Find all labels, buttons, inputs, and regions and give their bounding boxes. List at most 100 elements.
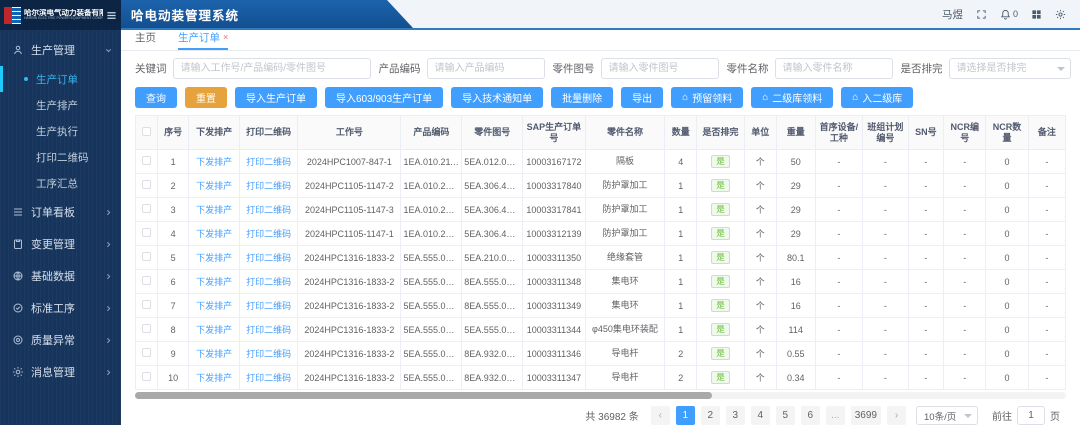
sidebar-item-质量异常[interactable]: 质量异常 [0,324,121,356]
seq-cell: 1 [157,150,188,174]
dispatch-link[interactable]: 下发排产 [189,198,240,222]
scheduled-tag: 是 [697,270,744,294]
row-checkbox[interactable] [136,198,158,222]
next-page-button[interactable]: › [887,406,906,425]
sap-order-no-cell: 10003311349 [523,294,586,318]
print-qrcode-link[interactable]: 打印二维码 [239,246,297,270]
row-checkbox[interactable] [136,342,158,366]
dispatch-link[interactable]: 下发排产 [189,318,240,342]
print-qrcode-link[interactable]: 打印二维码 [239,270,297,294]
table-row: 9下发排产打印二维码2024HPC1316-1833-25EA.555.0312… [136,342,1066,366]
scrollbar-thumb[interactable] [135,392,712,399]
print-qrcode-link[interactable]: 打印二维码 [239,342,297,366]
sidebar-item-基础数据[interactable]: 基础数据 [0,260,121,292]
重置-button[interactable]: 重置 [185,87,227,108]
导入603/903生产订单-button[interactable]: 导入603/903生产订单 [325,87,443,108]
unit-cell: 个 [744,174,776,198]
sn-cell: - [908,174,944,198]
dispatch-link[interactable]: 下发排产 [189,222,240,246]
collapse-menu-icon[interactable] [106,10,117,21]
sidebar-subitem-生产排产[interactable]: 生产排产 [0,92,121,118]
print-qrcode-link[interactable]: 打印二维码 [239,174,297,198]
scheduled-select[interactable] [949,58,1071,79]
select-all-checkbox[interactable] [136,116,158,150]
more-pages-button[interactable]: ... [826,406,845,425]
row-checkbox[interactable] [136,270,158,294]
keyword-input[interactable] [173,58,371,79]
row-checkbox[interactable] [136,318,158,342]
username[interactable]: 马煜 [942,7,963,22]
tab-close-icon[interactable]: × [223,33,228,42]
page-button-2[interactable]: 2 [701,406,720,425]
page-button-5[interactable]: 5 [776,406,795,425]
批量删除-button[interactable]: 批量删除 [551,87,613,108]
page-button-1[interactable]: 1 [676,406,695,425]
row-checkbox[interactable] [136,222,158,246]
dispatch-link[interactable]: 下发排产 [189,174,240,198]
sidebar-item-标准工序[interactable]: 标准工序 [0,292,121,324]
dispatch-link[interactable]: 下发排产 [189,270,240,294]
dispatch-link[interactable]: 下发排产 [189,150,240,174]
unit-cell: 个 [744,150,776,174]
print-qrcode-link[interactable]: 打印二维码 [239,222,297,246]
二级库领料-button[interactable]: ⌂二级库领料 [751,87,833,108]
sidebar-item-变更管理[interactable]: 变更管理 [0,228,121,260]
part-name-input[interactable] [775,58,893,79]
print-qrcode-link[interactable]: 打印二维码 [239,366,297,390]
goto-page-input[interactable] [1017,406,1045,425]
fullscreen-icon[interactable] [976,9,987,20]
print-qrcode-link[interactable]: 打印二维码 [239,318,297,342]
row-checkbox[interactable] [136,294,158,318]
app-root: 哈尔滨电气动力装备有限公司 HARBIN ELECTRIC POWER EQUI… [0,0,1080,425]
page-button-3699[interactable]: 3699 [851,406,881,425]
sidebar-subitem-打印二维码[interactable]: 打印二维码 [0,144,121,170]
notification-bell-icon[interactable]: 0 [1000,9,1018,20]
sidebar-subitem-生产执行[interactable]: 生产执行 [0,118,121,144]
page-size-select[interactable] [916,406,978,425]
print-qrcode-link[interactable]: 打印二维码 [239,150,297,174]
导出-button[interactable]: 导出 [621,87,663,108]
pagination: 共 36982 条 ‹ 123456...3699 › 前往 页 [121,399,1080,425]
page-button-3[interactable]: 3 [726,406,745,425]
导入生产订单-button[interactable]: 导入生产订单 [235,87,317,108]
first-device-cell: - [815,270,862,294]
work-no-cell: 2024HPC1105-1147-3 [298,198,401,222]
dispatch-link[interactable]: 下发排产 [189,294,240,318]
team-plan-no-cell: - [863,342,909,366]
ncr-no-cell: - [944,174,986,198]
horizontal-scrollbar[interactable] [135,392,1066,399]
row-checkbox[interactable] [136,150,158,174]
sidebar-subitem-工序汇总[interactable]: 工序汇总 [0,170,121,196]
预留领料-button[interactable]: ⌂预留领料 [671,87,743,108]
tab-production-orders[interactable]: 生产订单 × [178,30,228,50]
team-plan-no-cell: - [863,318,909,342]
dispatch-link[interactable]: 下发排产 [189,366,240,390]
page-button-6[interactable]: 6 [801,406,820,425]
入二级库-button[interactable]: ⌂入二级库 [841,87,913,108]
apps-grid-icon[interactable] [1031,9,1042,20]
导入技术通知单-button[interactable]: 导入技术通知单 [451,87,543,108]
prev-page-button[interactable]: ‹ [651,406,670,425]
settings-gear-icon[interactable] [1055,9,1066,20]
sidebar-subitem-生产订单[interactable]: 生产订单 [0,66,121,92]
sn-cell: - [908,342,944,366]
sidebar-item-订单看板[interactable]: 订单看板 [0,196,121,228]
part-no-input[interactable] [601,58,719,79]
part-name-cell: 防护罩加工 [585,198,664,222]
chevron-right-icon [104,208,113,217]
row-checkbox[interactable] [136,366,158,390]
page-button-4[interactable]: 4 [751,406,770,425]
row-checkbox[interactable] [136,174,158,198]
tab-home[interactable]: 主页 [135,30,156,50]
查询-button[interactable]: 查询 [135,87,177,108]
sidebar-item-消息管理[interactable]: 消息管理 [0,356,121,388]
dispatch-link[interactable]: 下发排产 [189,342,240,366]
dispatch-link[interactable]: 下发排产 [189,246,240,270]
sidebar-item-生产管理[interactable]: 生产管理 [0,34,121,66]
product-code-input[interactable] [427,58,545,79]
row-checkbox[interactable] [136,246,158,270]
toolbar: 查询重置导入生产订单导入603/903生产订单导入技术通知单批量删除导出 ⌂预留领… [121,82,1080,115]
print-qrcode-link[interactable]: 打印二维码 [239,294,297,318]
product-code-cell: 5EA.555.0312 [401,318,462,342]
print-qrcode-link[interactable]: 打印二维码 [239,198,297,222]
